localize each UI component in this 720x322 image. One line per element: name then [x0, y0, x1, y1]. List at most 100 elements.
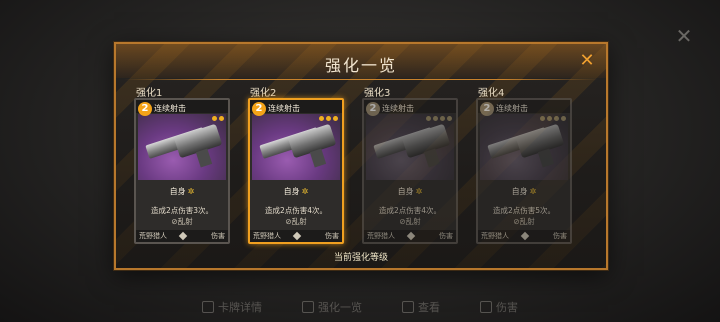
target-label: 自身 [283, 187, 300, 196]
card-art [138, 114, 226, 180]
bottom-item-upgrade-overview[interactable]: 强化一览 [302, 298, 362, 316]
star-icon: ✲ [415, 187, 423, 196]
keyword-line: ⊘乱射 [513, 217, 535, 226]
card-target: 自身 ✲ [250, 186, 342, 197]
gun-illustration [373, 123, 451, 168]
current-level-label: 当前强化等级 [333, 253, 388, 263]
close-icon[interactable]: ✕ [578, 52, 596, 70]
card-description: 造成2点伤害4次。 ⊘乱射 [250, 205, 342, 227]
card-target: 自身 ✲ [478, 186, 570, 197]
slot-label: 强化1 [136, 88, 163, 99]
keyword: 乱射 [519, 217, 535, 226]
slot-label: 强化3 [364, 88, 391, 99]
card-name: 连续射击 [496, 104, 528, 113]
upgrade-pip [426, 116, 431, 121]
bottom-item-damage[interactable]: 伤害 [480, 298, 518, 316]
upgrade-pip [219, 116, 224, 121]
upgrade-pip [447, 116, 452, 121]
upgrade-card-locked[interactable]: 2 连续射击 自身 ✲ 造成2点伤害5次。 ⊘乱射 荒野猎人 伤害 [476, 98, 572, 244]
upgrade-pip [319, 116, 324, 121]
upgrade-pips [319, 116, 338, 121]
keyword-line: ⊘乱射 [399, 217, 421, 226]
diamond-icon [406, 231, 416, 241]
bottom-item-label: 伤害 [496, 301, 518, 314]
card-class: 荒野猎人 [139, 232, 167, 240]
gun-illustration [259, 123, 337, 168]
upgrade-pip [433, 116, 438, 121]
keyword-line: ⊘乱射 [171, 217, 193, 226]
search-icon [302, 301, 314, 313]
card-class: 荒野猎人 [481, 232, 509, 240]
star-icon: ✲ [301, 187, 309, 196]
upgrade-pip [554, 116, 559, 121]
card-type: 伤害 [439, 232, 453, 240]
card-class: 荒野猎人 [367, 232, 395, 240]
upgrade-pip [561, 116, 566, 121]
card-target: 自身 ✲ [364, 186, 456, 197]
damage-icon [480, 301, 492, 313]
desc-line: 造成2点伤害4次。 [264, 206, 328, 215]
upgrade-card-locked[interactable]: 2 连续射击 自身 ✲ 造成2点伤害4次。 ⊘乱射 荒野猎人 伤害 [362, 98, 458, 244]
energy-cost-badge: 2 [252, 102, 266, 116]
diamond-icon [520, 231, 530, 241]
card-description: 造成2点伤害5次。 ⊘乱射 [478, 205, 570, 227]
card-name: 连续射击 [268, 104, 300, 113]
card-class: 荒野猎人 [253, 232, 281, 240]
diamond-icon [292, 231, 302, 241]
card-art [252, 114, 340, 180]
card-art [480, 114, 568, 180]
upgrade-card-current[interactable]: 2 连续射击 自身 ✲ 造成2点伤害4次。 ⊘乱射 荒野猎人 伤害 [248, 98, 344, 244]
header-divider [124, 79, 598, 80]
upgrade-pip [212, 116, 217, 121]
upgrade-card-list: 强化1 2 连续射击 自身 ✲ 造成2点伤害3次。 ⊘乱射 荒野猎人 伤害 强化… [134, 84, 592, 244]
card-footer: 荒野猎人 伤害 [136, 230, 228, 242]
bottom-item-label: 卡牌详情 [218, 301, 262, 314]
card-footer: 荒野猎人 伤害 [478, 230, 570, 242]
background-close-icon[interactable]: ✕ [674, 26, 694, 46]
modal-title: 强化一览 [324, 56, 397, 75]
upgrade-pip [333, 116, 338, 121]
bottom-toolbar: 卡牌详情 强化一览 查看 伤害 [60, 298, 660, 316]
card-footer: 荒野猎人 伤害 [364, 230, 456, 242]
upgrade-card[interactable]: 2 连续射击 自身 ✲ 造成2点伤害3次。 ⊘乱射 荒野猎人 伤害 [134, 98, 230, 244]
card-footer: 荒野猎人 伤害 [250, 230, 342, 242]
energy-cost-badge: 2 [366, 102, 380, 116]
upgrade-overview-modal: 强化一览 ✕ 强化1 2 连续射击 自身 ✲ 造成2点伤害3次。 ⊘乱射 荒野猎人 … [114, 42, 608, 270]
upgrade-pips [540, 116, 566, 121]
card-type: 伤害 [553, 232, 567, 240]
bottom-item-label: 查看 [418, 301, 440, 314]
desc-line: 造成2点伤害3次。 [150, 206, 214, 215]
energy-cost-badge: 2 [480, 102, 494, 116]
upgrade-pips [426, 116, 452, 121]
target-label: 自身 [511, 187, 528, 196]
bottom-item-view[interactable]: 查看 [402, 298, 440, 316]
info-icon [202, 301, 214, 313]
target-label: 自身 [169, 187, 186, 196]
keyword-line: ⊘乱射 [285, 217, 307, 226]
upgrade-slot-3: 强化3 2 连续射击 自身 ✲ 造成2点伤害4次。 ⊘乱射 荒野猎人 伤害 [362, 84, 458, 244]
card-description: 造成2点伤害4次。 ⊘乱射 [364, 205, 456, 227]
card-art [366, 114, 454, 180]
card-description: 造成2点伤害3次。 ⊘乱射 [136, 205, 228, 227]
star-icon: ✲ [529, 187, 537, 196]
upgrade-slot-4: 强化4 2 连续射击 自身 ✲ 造成2点伤害5次。 ⊘乱射 荒野猎人 伤害 [476, 84, 572, 244]
keyword: 乱射 [405, 217, 421, 226]
upgrade-slot-1: 强化1 2 连续射击 自身 ✲ 造成2点伤害3次。 ⊘乱射 荒野猎人 伤害 [134, 84, 230, 244]
bottom-item-label: 强化一览 [318, 301, 362, 314]
gun-illustration [487, 123, 565, 168]
upgrade-pip [540, 116, 545, 121]
upgrade-pip [440, 116, 445, 121]
card-type: 伤害 [325, 232, 339, 240]
card-type: 伤害 [211, 232, 225, 240]
upgrade-pips [212, 116, 224, 121]
upgrade-pip [326, 116, 331, 121]
keyword: 乱射 [291, 217, 307, 226]
desc-line: 造成2点伤害5次。 [492, 206, 556, 215]
keyword: 乱射 [177, 217, 193, 226]
energy-cost-badge: 2 [138, 102, 152, 116]
bottom-item-card-detail[interactable]: 卡牌详情 [202, 298, 262, 316]
gun-illustration [145, 123, 223, 168]
card-name: 连续射击 [382, 104, 414, 113]
slot-label: 强化4 [478, 88, 505, 99]
slot-label: 强化2 [250, 88, 277, 99]
